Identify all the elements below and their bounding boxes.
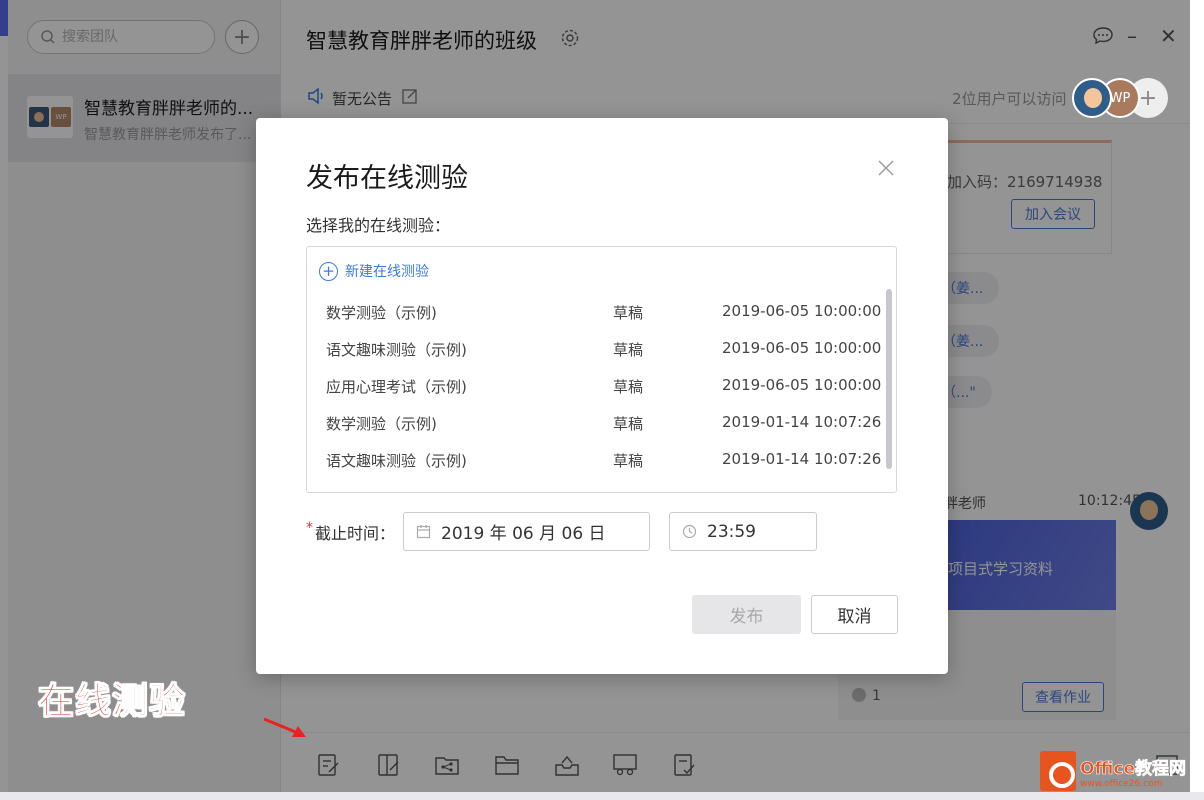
quiz-row[interactable]: 数学测验（示例) 草稿 2019-01-14 10:07:26 [307,403,883,440]
quiz-status: 草稿 [613,378,644,396]
deadline-time-value: 23:59 [707,521,756,542]
clock-icon [682,524,697,539]
quiz-name: 语文趣味测验（示例) [326,452,467,470]
quiz-time: 2019-06-05 10:00:00 [722,302,882,320]
deadline-label-text: 截止时间： [315,524,396,543]
annotation-arrow-icon [263,717,306,737]
avatar[interactable] [1072,78,1112,118]
deadline-time-picker[interactable]: 23:59 [669,512,817,551]
quiz-row[interactable]: 语文趣味测验（示例) 草稿 2019-06-05 10:00:00 [307,329,883,366]
dialog-title: 发布在线测验 [306,163,468,194]
quiz-row[interactable]: 语文趣味测验（示例) 草稿 2019-01-14 10:07:26 [307,440,883,477]
site-watermark: Office教程网 www.office26.com [1040,748,1200,794]
office-logo-icon [1040,751,1076,791]
publish-quiz-dialog: 发布在线测验 选择我的在线测验： + 新建在线测验 数学测验（示例) 草稿 20… [256,118,948,674]
watermark-text: Office教程网 www.office26.com [1080,754,1187,789]
new-quiz-button[interactable]: + 新建在线测验 [319,261,429,281]
deadline-date-picker[interactable]: 2019 年 06 月 06 日 [403,512,650,551]
taskbar-strip [0,792,1204,800]
new-quiz-label: 新建在线测验 [345,264,429,280]
watermark-title: Office教程网 [1080,758,1187,779]
quiz-row[interactable]: 数学测验（示例) 草稿 2019-06-05 10:00:00 [307,292,883,329]
close-icon[interactable] [876,158,896,178]
quiz-name: 应用心理考试（示例) [326,378,467,396]
quiz-name: 数学测验（示例) [326,304,437,322]
background-window-strip [1190,0,1204,800]
quiz-status: 草稿 [613,452,644,470]
required-mark: * [306,520,313,536]
quiz-list-scrollbar[interactable] [886,289,892,469]
calendar-icon [416,525,431,539]
watermark-url: www.office26.com [1080,778,1163,789]
quiz-status: 草稿 [613,415,644,433]
quiz-name: 语文趣味测验（示例) [326,341,467,359]
select-quiz-label: 选择我的在线测验： [306,216,451,235]
publish-button[interactable]: 发布 [692,595,801,634]
deadline-date-value: 2019 年 06 月 06 日 [441,524,606,544]
plus-icon: + [319,261,338,281]
annotation-callout: 在线测验 [37,681,187,723]
quiz-row[interactable]: 应用心理考试（示例) 草稿 2019-06-05 10:00:00 [307,366,883,403]
quiz-time: 2019-01-14 10:07:26 [722,450,882,468]
quiz-status: 草稿 [613,341,644,359]
quiz-time: 2019-01-14 10:07:26 [722,413,882,431]
cancel-button[interactable]: 取消 [811,595,898,634]
quiz-list: + 新建在线测验 数学测验（示例) 草稿 2019-06-05 10:00:00… [306,246,897,493]
deadline-label: * 截止时间： [306,520,395,544]
quiz-time: 2019-06-05 10:00:00 [722,376,882,394]
quiz-name: 数学测验（示例) [326,415,437,433]
quiz-time: 2019-06-05 10:00:00 [722,339,882,357]
quiz-status: 草稿 [613,304,644,322]
